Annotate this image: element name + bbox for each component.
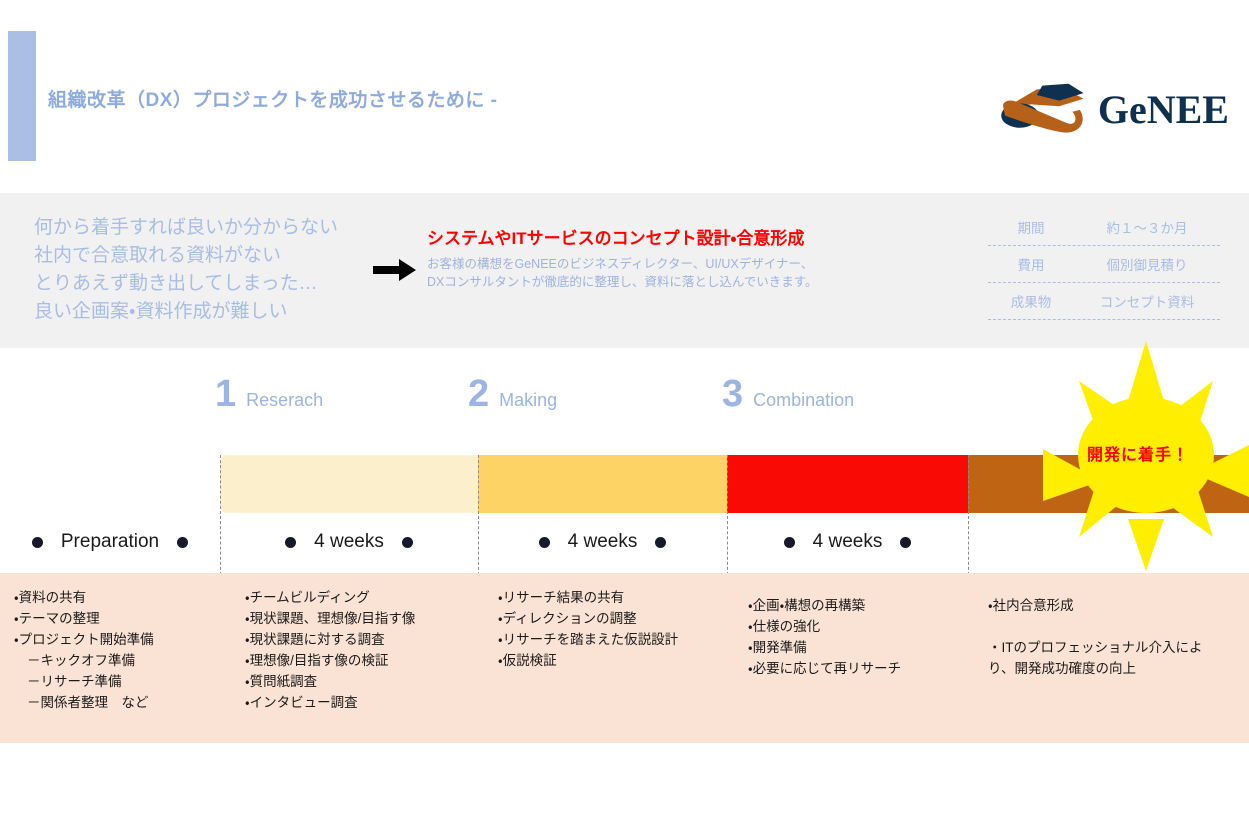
duration-label: 4 weeks	[812, 531, 883, 552]
dot-marker-icon	[401, 536, 413, 548]
page-title: 組織改革（DX）プロジェクトを成功させるために -	[48, 90, 498, 111]
duration-label: Preparation	[60, 531, 160, 552]
task-item: ・インタビュー調査	[245, 695, 358, 710]
dot-marker-icon	[783, 536, 795, 548]
task-item: ・仮説検証	[498, 653, 557, 668]
problem-list: 何から着手すれば良いか分からない 社内で合意取れる資料がない とりあえず動き出し…	[34, 214, 338, 326]
info-label: 期間	[1017, 221, 1045, 236]
task-item: ・仕様の強化	[748, 619, 821, 634]
info-row-deliverable: 成果物 コンセプト資料	[988, 283, 1220, 320]
task-item: ・リサーチを踏まえた仮説設計	[498, 632, 679, 647]
slide-header: 組織改革（DX）プロジェクトを成功させるために - GeNEE	[0, 0, 1249, 176]
dot-marker-icon	[538, 536, 550, 548]
task-item: ・質問紙調査	[245, 674, 318, 689]
task-item: ・理想像/目指す像の検証	[245, 653, 389, 668]
solution-block: システムやITサービスのコンセプト設計・合意形成 お客様の構想をGeNEEのビジ…	[427, 224, 818, 291]
task-item: ・社内合意形成	[988, 598, 1074, 613]
task-item: ・開発準備	[748, 640, 807, 655]
solution-description-line: お客様の構想をGeNEEのビジネスディレクター、UI/UXデザイナー、	[427, 257, 814, 271]
phase-number: 2	[468, 373, 490, 415]
problem-solution-band: 何から着手すれば良いか分からない 社内で合意取れる資料がない とりあえず動き出し…	[0, 193, 1249, 348]
project-info-table: 期間 約１〜３か月 費用 個別御見積り 成果物 コンセプト資料	[988, 209, 1220, 320]
task-item: ・必要に応じて再リサーチ	[748, 661, 902, 676]
column-divider	[478, 455, 479, 575]
info-row-cost: 費用 個別御見積り	[988, 246, 1220, 283]
task-item: ・資料の共有	[14, 590, 87, 605]
duration-combination: 4 weeks	[727, 527, 968, 557]
badge-label: 開発に着手！	[1086, 447, 1189, 464]
phase-name: Reserach	[246, 390, 324, 410]
solution-title: システムやITサービスのコンセプト設計・合意形成	[427, 229, 805, 248]
problem-item: 社内で合意取れる資料がない	[34, 245, 282, 266]
header-accent-bar	[8, 31, 36, 161]
column-divider	[727, 455, 728, 575]
task-item: ・チームビルディング	[245, 590, 370, 605]
genee-logo: GeNEE	[993, 80, 1229, 138]
phase-number: 3	[722, 373, 744, 415]
info-label: 費用	[1017, 258, 1045, 273]
phase-name: Combination	[753, 390, 855, 410]
solution-description: お客様の構想をGeNEEのビジネスディレクター、UI/UXデザイナー、 DXコン…	[427, 255, 818, 291]
timeline-bar-making	[478, 455, 727, 513]
dot-marker-icon	[285, 536, 297, 548]
task-item: ・ITのプロフェッショナル介入により、開発成功確度の向上	[988, 640, 1203, 676]
phase-heading-2: 2 Making	[468, 375, 557, 413]
task-item: ・現状課題、理想像/目指す像	[245, 611, 416, 626]
dot-marker-icon	[900, 536, 912, 548]
task-column-combination: ・企画・構想の再構築 ・仕様の強化 ・開発準備 ・必要に応じて再リサーチ	[748, 595, 978, 679]
timeline-bar-research	[220, 455, 478, 513]
info-label: 成果物	[1010, 295, 1052, 310]
phase-name: Making	[499, 390, 558, 410]
solution-description-line: DXコンサルタントが徹底的に整理し、資料に落とし込んでいきます。	[427, 275, 818, 289]
right-arrow-icon	[373, 259, 416, 281]
duration-making: 4 weeks	[478, 527, 727, 557]
task-subitem: －リサーチ準備	[27, 674, 122, 689]
task-item: ・ディレクションの調整	[498, 611, 637, 626]
problem-item: 何から着手すれば良いか分からない	[34, 217, 339, 238]
column-divider	[220, 455, 221, 575]
phase-number: 1	[215, 373, 237, 415]
problem-item: とりあえず動き出してしまった…	[34, 273, 318, 294]
dot-marker-icon	[177, 536, 189, 548]
duration-research: 4 weeks	[220, 527, 478, 557]
task-item: ・現状課題に対する調査	[245, 632, 385, 647]
duration-preparation: Preparation	[0, 527, 220, 557]
task-item: ・プロジェクト開始準備	[14, 632, 154, 647]
timeline-bar-combination	[727, 455, 968, 513]
phase-heading-3: 3 Combination	[722, 375, 854, 413]
task-column-outcome: ・社内合意形成 ・ITのプロフェッショナル介入により、開発成功確度の向上	[988, 595, 1220, 679]
info-row-duration: 期間 約１〜３か月	[988, 209, 1220, 246]
column-divider	[968, 455, 969, 575]
info-value: 約１〜３か月	[1106, 221, 1188, 236]
problem-item: 良い企画案・資料作成が難しい	[34, 301, 288, 322]
genee-logo-text: GeNEE	[1097, 86, 1229, 132]
genee-logo-mark	[1001, 83, 1084, 133]
task-item: ・リサーチ結果の共有	[498, 590, 625, 605]
task-column-making: ・リサーチ結果の共有 ・ディレクションの調整 ・リサーチを踏まえた仮説設計 ・仮…	[498, 587, 738, 671]
info-value: コンセプト資料	[1099, 295, 1195, 310]
task-column-research: ・チームビルディング ・現状課題、理想像/目指す像 ・現状課題に対する調査 ・理…	[245, 587, 485, 713]
phase-heading-1: 1 Reserach	[215, 375, 323, 413]
task-subitem: －キックオフ準備	[27, 653, 135, 668]
task-item: ・企画・構想の再構築	[748, 598, 866, 613]
duration-label: 4 weeks	[567, 531, 638, 552]
duration-label: 4 weeks	[314, 531, 384, 552]
deliverables-panel: ・資料の共有 ・テーマの整理 ・プロジェクト開始準備 －キックオフ準備 －リサー…	[0, 573, 1249, 743]
task-item: ・テーマの整理	[14, 611, 100, 626]
dot-marker-icon	[655, 536, 667, 548]
task-subitem: －関係者整理 など	[27, 695, 149, 710]
info-value: 個別御見積り	[1106, 258, 1188, 273]
task-column-preparation: ・資料の共有 ・テーマの整理 ・プロジェクト開始準備 －キックオフ準備 －リサー…	[14, 587, 214, 713]
dot-marker-icon	[31, 536, 43, 548]
